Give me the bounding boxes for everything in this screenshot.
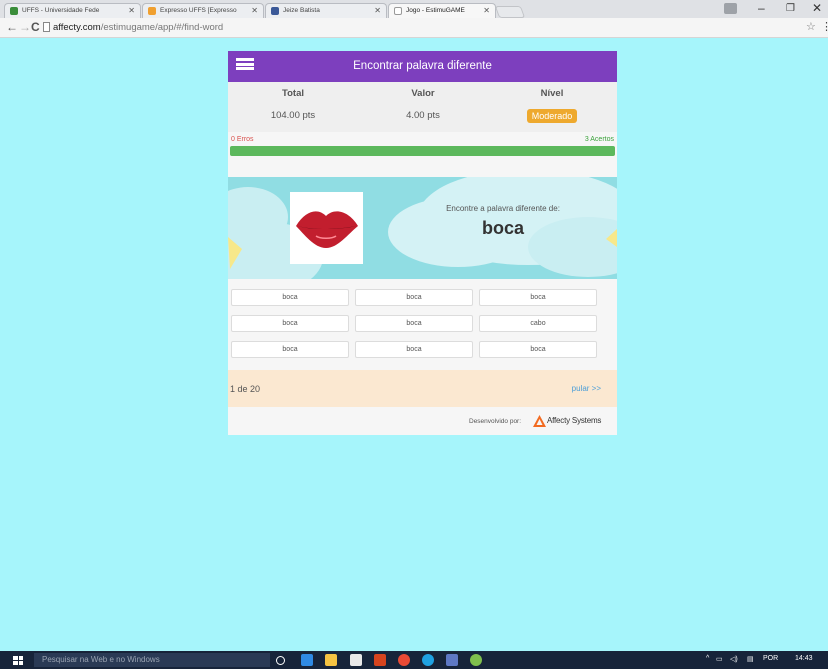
- back-arrow-icon[interactable]: ←: [6, 20, 18, 34]
- lips-icon: [296, 211, 358, 248]
- question-prompt: Encontre a palavra diferente de:: [446, 204, 560, 213]
- word-options-grid: boca boca boca boca boca cabo boca boca …: [228, 279, 617, 371]
- tray-arrow-icon[interactable]: ^: [706, 655, 709, 662]
- hits-count: 3 Acertos: [584, 136, 614, 143]
- option-button[interactable]: cabo: [479, 315, 597, 332]
- windows-start-icon[interactable]: [13, 656, 23, 665]
- question-counter: 1 de 20: [230, 384, 261, 394]
- expresso-favicon-icon: [148, 7, 156, 15]
- close-icon[interactable]: ✕: [128, 6, 135, 15]
- level-header: Nível: [540, 88, 564, 99]
- forward-arrow-icon[interactable]: →: [19, 20, 31, 34]
- level-cell: Moderado: [487, 109, 617, 123]
- option-button[interactable]: boca: [355, 289, 473, 306]
- network-icon[interactable]: ▭: [716, 655, 723, 663]
- question-area: Encontre a palavra diferente de: boca: [228, 177, 617, 279]
- option-button[interactable]: boca: [355, 315, 473, 332]
- game-card: Encontrar palavra diferente Total Valor …: [228, 51, 617, 435]
- value-header: Valor: [411, 88, 435, 99]
- tab-facebook[interactable]: Jeize Batista ✕: [265, 3, 387, 18]
- page-title: Encontrar palavra diferente: [353, 60, 492, 72]
- page-favicon-icon: [394, 7, 402, 15]
- progress-bar-fill: [230, 146, 615, 156]
- credits: Desenvolvido por: Affecty Systems: [228, 407, 617, 435]
- office-icon[interactable]: [374, 654, 386, 666]
- browser-menu-icon[interactable]: ⋮: [821, 20, 828, 33]
- tab-estimugame[interactable]: Jogo - EstimuGAME ✕: [388, 3, 496, 18]
- app-icon[interactable]: [446, 654, 458, 666]
- notifications-icon[interactable]: ▤: [747, 655, 754, 663]
- store-icon[interactable]: [350, 654, 362, 666]
- new-tab-button[interactable]: [494, 6, 526, 18]
- edge-icon[interactable]: [301, 654, 313, 666]
- option-button[interactable]: boca: [231, 289, 349, 306]
- reload-icon[interactable]: C: [31, 20, 40, 34]
- app-header: Encontrar palavra diferente: [228, 51, 617, 82]
- windows-taskbar: Pesquisar na Web e no Windows ^ ▭ ◁) ▤ P…: [0, 651, 828, 669]
- skype-icon[interactable]: [422, 654, 434, 666]
- developed-by-label: Desenvolvido por:: [469, 418, 522, 425]
- target-word: boca: [481, 218, 524, 238]
- level-badge: Moderado: [526, 109, 578, 123]
- question-image: [290, 192, 363, 264]
- tab-title: UFFS - Universidade Fede: [22, 7, 100, 14]
- total-header: Total: [282, 88, 304, 99]
- score-panel: Total Valor Nível 104.00 pts 4.00 pts Mo…: [228, 82, 617, 132]
- total-score: 104.00 pts: [270, 110, 316, 121]
- browser-toolbar: ← → C affecty.com/estimugame/app/#/find-…: [0, 18, 828, 38]
- game-footer: 1 de 20 pular >>: [228, 370, 617, 407]
- tab-title: Jeize Batista: [283, 7, 320, 14]
- restore-icon[interactable]: ❐: [786, 3, 795, 14]
- question-value: 4.00 pts: [406, 110, 440, 121]
- progress-bar: [230, 146, 615, 156]
- taskbar-search-input[interactable]: Pesquisar na Web e no Windows: [34, 653, 270, 667]
- url-host: affecty.com: [53, 22, 101, 33]
- chrome-icon[interactable]: [398, 654, 410, 666]
- url-path: /estimugame/app/#/find-word: [100, 22, 224, 33]
- tab-expresso[interactable]: Expresso UFFS [Expresso ✕: [142, 3, 264, 18]
- uffs-favicon-icon: [10, 7, 18, 15]
- paint-icon[interactable]: [470, 654, 482, 666]
- option-button[interactable]: boca: [231, 315, 349, 332]
- volume-icon[interactable]: ◁): [730, 655, 738, 663]
- tab-uffs[interactable]: UFFS - Universidade Fede ✕: [4, 3, 141, 18]
- clock[interactable]: 14:43: [795, 655, 813, 662]
- errors-count: 0 Erros: [231, 136, 254, 143]
- language-indicator[interactable]: POR: [763, 655, 778, 662]
- facebook-favicon-icon: [271, 7, 279, 15]
- task-view-icon[interactable]: [276, 656, 285, 665]
- minimize-icon[interactable]: –: [758, 1, 765, 15]
- profile-icon[interactable]: [724, 3, 737, 14]
- skip-link[interactable]: pular >>: [572, 384, 601, 393]
- file-explorer-icon[interactable]: [325, 654, 337, 666]
- option-button[interactable]: boca: [231, 341, 349, 358]
- address-bar[interactable]: affecty.com/estimugame/app/#/find-word: [53, 20, 813, 35]
- option-button[interactable]: boca: [355, 341, 473, 358]
- option-button[interactable]: boca: [479, 341, 597, 358]
- bookmark-star-icon[interactable]: ☆: [806, 20, 816, 33]
- tab-title: Expresso UFFS [Expresso: [160, 7, 237, 14]
- close-icon[interactable]: ✕: [483, 6, 490, 15]
- close-icon[interactable]: ✕: [251, 6, 258, 15]
- page-icon: [43, 22, 50, 32]
- company-name: Affecty Systems: [547, 416, 602, 425]
- close-icon[interactable]: ✕: [374, 6, 381, 15]
- option-button[interactable]: boca: [479, 289, 597, 306]
- affecty-logo-icon: [533, 415, 546, 427]
- window-close-icon[interactable]: ✕: [812, 1, 822, 15]
- browser-tabstrip: UFFS - Universidade Fede ✕ Expresso UFFS…: [0, 0, 828, 18]
- tab-title: Jogo - EstimuGAME: [406, 7, 465, 14]
